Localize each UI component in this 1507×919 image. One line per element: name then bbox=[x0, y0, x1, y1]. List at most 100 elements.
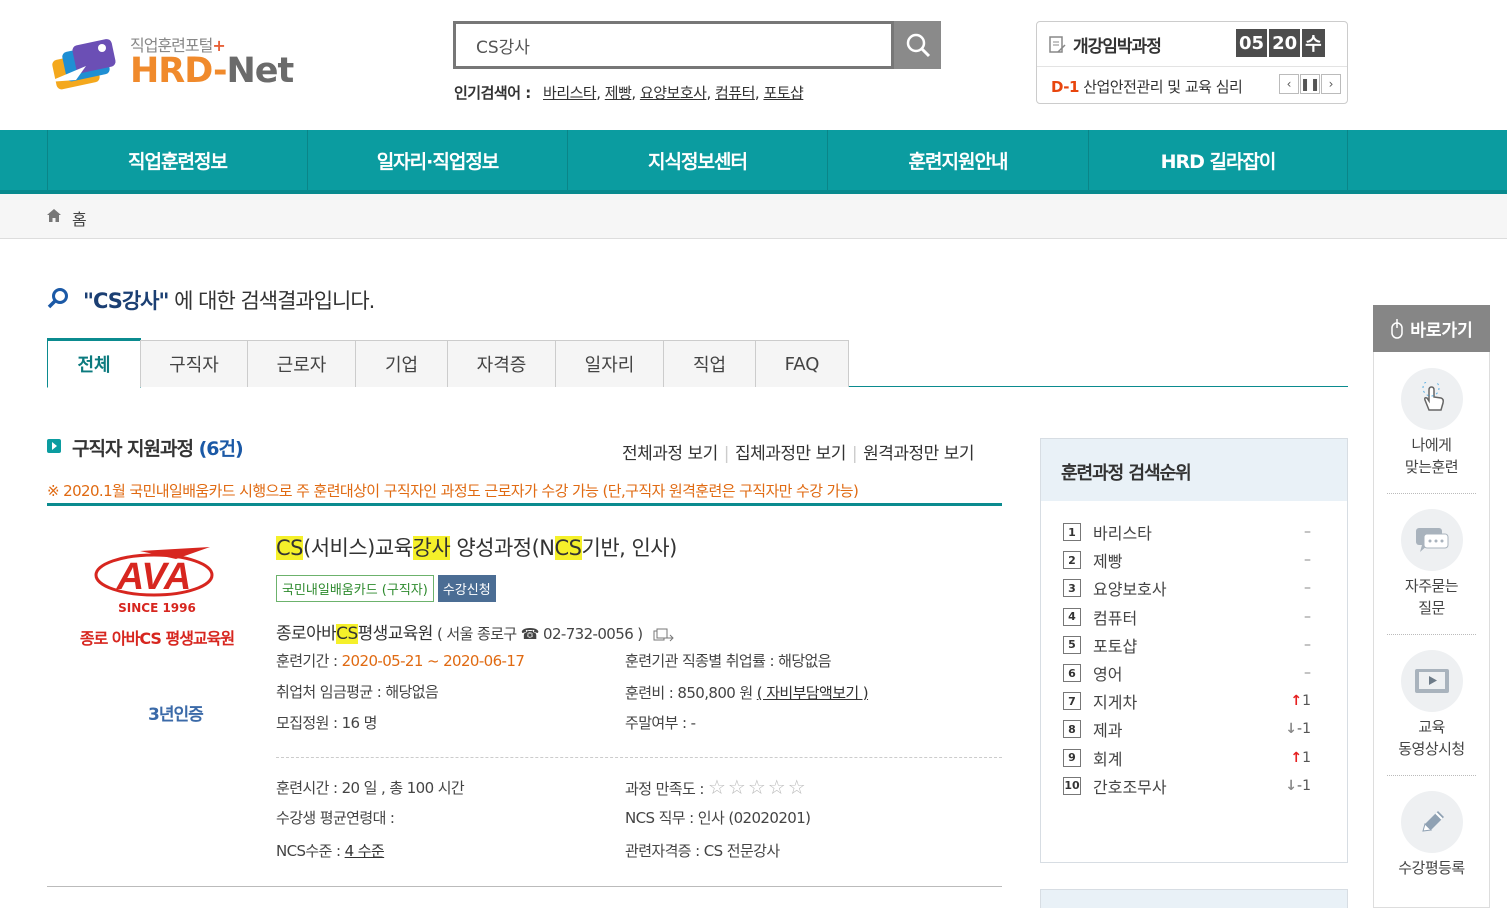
quick-menu-item[interactable]: 자주묻는질문 bbox=[1374, 509, 1489, 637]
org-info: 종로아바CS평생교육원 ( 서울 종로구 ☎ 02-732-0056 ) bbox=[276, 619, 675, 644]
quick-menu-item[interactable]: 교육 동영상시청 bbox=[1374, 650, 1489, 778]
card-badge: 국민내일배움카드 (구직자) bbox=[276, 575, 434, 602]
org-name[interactable]: 종로아바CS평생교육원 bbox=[276, 624, 433, 644]
title-part: (서비스)교육 bbox=[303, 536, 413, 560]
tab-certificate[interactable]: 자격증 bbox=[447, 340, 556, 387]
logo-mark-icon bbox=[48, 39, 116, 90]
ranking-item[interactable]: 7 지게차 ↑1 bbox=[1063, 691, 1311, 712]
rank-number: 1 bbox=[1063, 523, 1081, 541]
ranking-item[interactable]: 2 제빵 – bbox=[1063, 550, 1311, 572]
tab-all[interactable]: 전체 bbox=[47, 338, 141, 388]
view-offline-link[interactable]: 집체과정만 보기 bbox=[735, 444, 846, 464]
quick-menu-separator bbox=[1387, 775, 1476, 776]
rank-down: ↓-1 bbox=[1285, 778, 1311, 794]
ranking-item[interactable]: 4 컴퓨터 – bbox=[1063, 607, 1311, 628]
section-count: (6건) bbox=[198, 438, 244, 460]
rank-number: 7 bbox=[1063, 692, 1081, 711]
tab-company[interactable]: 기업 bbox=[355, 340, 448, 387]
breadcrumb-home[interactable]: 홈 bbox=[72, 206, 87, 230]
arrow-down-icon: ↓ bbox=[1285, 721, 1298, 738]
rank-keyword: 요양보호사 bbox=[1093, 580, 1167, 600]
search-result-title: "CS강사" 에 대한 검색결과입니다. bbox=[83, 285, 375, 315]
rank-keyword: 간호조무사 bbox=[1093, 777, 1167, 797]
view-online-link[interactable]: 원격과정만 보기 bbox=[863, 444, 974, 464]
pause-icon[interactable]: ❚❚ bbox=[1300, 74, 1320, 94]
nav-knowledge-center[interactable]: 지식정보센터 bbox=[567, 130, 827, 190]
quick-label-line: 질문 bbox=[1418, 599, 1445, 617]
rank-change-value: 1 bbox=[1302, 693, 1311, 710]
quick-menu-item[interactable]: 나에게 맞는훈련 bbox=[1374, 368, 1489, 496]
ranking-item[interactable]: 3 요양보호사 – bbox=[1063, 578, 1311, 600]
quick-menu-item[interactable]: 수강평등록 bbox=[1374, 791, 1489, 919]
no-change-icon: – bbox=[1304, 524, 1311, 540]
rank-number: 3 bbox=[1063, 579, 1081, 598]
rank-keyword: 컴퓨터 bbox=[1093, 608, 1138, 628]
quick-menu: 바로가기 나에게 맞는훈련 자주묻는 질문 교육 동영상시청 수강평등록 bbox=[1373, 305, 1490, 908]
search-result-suffix: 에 대한 검색결과입니다. bbox=[168, 289, 375, 313]
star-rating-icon: ☆☆☆☆☆ bbox=[707, 775, 808, 799]
open-window-icon[interactable] bbox=[653, 628, 675, 642]
main-navigation: 직업훈련정보 일자리·직업정보 지식정보센터 훈련지원안내 HRD 길라잡이 bbox=[0, 130, 1507, 194]
title-part: 양성과정(N bbox=[450, 536, 555, 560]
popular-keyword[interactable]: 바리스타 bbox=[543, 84, 597, 102]
rank-up: ↑1 bbox=[1290, 750, 1311, 766]
quick-label-line: 동영상시청 bbox=[1398, 740, 1465, 758]
popular-keyword[interactable]: 포토샵 bbox=[763, 84, 803, 102]
section-divider bbox=[47, 503, 1002, 506]
ranking-item[interactable]: 10 간호조무사 ↓-1 bbox=[1063, 776, 1311, 797]
prev-icon[interactable]: ‹ bbox=[1279, 74, 1299, 94]
site-logo[interactable]: 직업훈련포털+ HRD-Net bbox=[46, 30, 296, 94]
search-icon bbox=[906, 33, 930, 58]
recruit-quota: 모집정원 : 16 명 bbox=[276, 714, 377, 732]
quick-menu-separator bbox=[1387, 493, 1476, 494]
nav-hrd-guide[interactable]: HRD 길라잡이 bbox=[1088, 130, 1348, 190]
popular-keyword[interactable]: 요양보호사 bbox=[640, 84, 707, 102]
popular-keyword[interactable]: 제빵 bbox=[605, 84, 632, 102]
ranking-item[interactable]: 1 바리스타 – bbox=[1063, 522, 1311, 543]
title-highlight: 강사 bbox=[412, 536, 451, 560]
tab-job-seeker[interactable]: 구직자 bbox=[140, 340, 248, 387]
tab-faq[interactable]: FAQ bbox=[755, 340, 849, 387]
search-input[interactable] bbox=[456, 24, 891, 66]
view-all-link[interactable]: 전체과정 보기 bbox=[622, 444, 718, 464]
ranking-item[interactable]: 9 회계 ↑1 bbox=[1063, 748, 1311, 769]
apply-button[interactable]: 수강신청 bbox=[437, 575, 496, 602]
course-bottom-divider bbox=[47, 886, 1002, 887]
no-change-icon: – bbox=[1304, 552, 1311, 569]
arrow-up-icon: ↑ bbox=[1290, 693, 1303, 710]
tab-worker[interactable]: 근로자 bbox=[247, 340, 356, 387]
ranking-item[interactable]: 5 포토샵 – bbox=[1063, 635, 1311, 656]
self-pay-link[interactable]: ( 자비부담액보기 ) bbox=[757, 684, 869, 702]
logo-org-name: 종로 아바CS 평생교육원 bbox=[79, 629, 235, 648]
tab-jobs[interactable]: 일자리 bbox=[555, 340, 664, 387]
quick-label-line: 자주묻는 bbox=[1404, 577, 1459, 595]
nav-support-guide[interactable]: 훈련지원안내 bbox=[827, 130, 1088, 190]
info-divider bbox=[276, 757, 1002, 758]
popular-label: 인기검색어 : bbox=[454, 84, 531, 102]
weekend-status: 주말여부 : - bbox=[625, 714, 696, 732]
section-bullet-icon bbox=[47, 439, 61, 453]
upcoming-day: 20 bbox=[1269, 29, 1301, 57]
tab-occupation[interactable]: 직업 bbox=[663, 340, 756, 387]
employment-rate: 훈련기관 직종별 취업률 : 해당없음 bbox=[625, 652, 832, 670]
org-logo[interactable]: AVA SINCE 1996 종로 아바CS 평생교육원 bbox=[62, 545, 252, 655]
course-title[interactable]: CS(서비스)교육강사 양성과정(NCS기반, 인사) bbox=[276, 532, 677, 562]
ncs-level-link[interactable]: 4 수준 bbox=[345, 842, 385, 860]
rank-number: 6 bbox=[1063, 664, 1081, 682]
rank-change-value: -1 bbox=[1297, 777, 1311, 794]
popular-keyword[interactable]: 컴퓨터 bbox=[715, 84, 755, 102]
home-icon[interactable] bbox=[47, 209, 61, 222]
ranking-item[interactable]: 8 제과 ↓-1 bbox=[1063, 719, 1311, 740]
search-button[interactable] bbox=[894, 21, 941, 69]
related-certificate: 관련자격증 : CS 전문강사 bbox=[625, 842, 780, 860]
upcoming-course-link[interactable]: D-1 산업안전관리 및 교육 심리 bbox=[1051, 76, 1243, 97]
ranking-item[interactable]: 6 영어 – bbox=[1063, 663, 1311, 684]
quick-menu-label: 자주묻는질문 bbox=[1374, 575, 1489, 619]
nav-job-info[interactable]: 일자리·직업정보 bbox=[307, 130, 567, 190]
no-change-icon: – bbox=[1304, 580, 1311, 597]
next-icon[interactable]: › bbox=[1321, 74, 1341, 94]
rank-down: ↓-1 bbox=[1285, 721, 1311, 737]
nav-training-info[interactable]: 직업훈련정보 bbox=[47, 130, 307, 190]
rank-keyword: 제빵 bbox=[1093, 552, 1123, 572]
ranking-title: 훈련과정 검색순위 bbox=[1041, 439, 1347, 501]
